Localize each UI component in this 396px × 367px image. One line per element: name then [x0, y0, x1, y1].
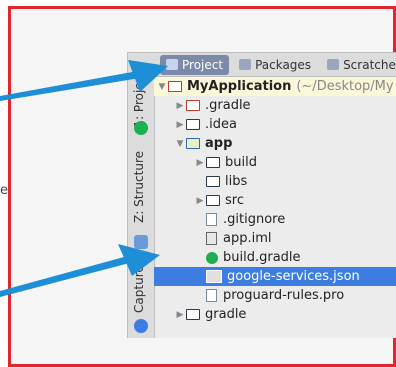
captures-icon [134, 319, 148, 333]
tab-label: Scratches [343, 57, 396, 72]
tree-label: .gradle [205, 98, 251, 113]
folder-icon [206, 195, 220, 206]
collapse-arrow-icon[interactable]: ▶ [194, 158, 206, 168]
tree-label: src [225, 193, 244, 208]
collapse-arrow-icon[interactable]: ▶ [194, 196, 206, 206]
project-icon [166, 59, 178, 70]
android-icon [134, 121, 148, 135]
scratches-icon [327, 59, 340, 70]
tree-row-app[interactable]: ▼ app [154, 134, 396, 153]
tree-label: .idea [205, 117, 237, 132]
expand-arrow-icon[interactable]: ▼ [156, 82, 168, 92]
file-icon [206, 213, 217, 226]
tree-label: libs [225, 174, 248, 189]
collapse-arrow-icon[interactable]: ▶ [174, 120, 186, 130]
tree-row-proguard[interactable]: proguard-rules.pro [154, 286, 396, 305]
tree-label: build.gradle [223, 250, 301, 265]
file-icon [206, 289, 217, 302]
collapse-arrow-icon[interactable]: ▶ [174, 310, 186, 320]
tab-scratches[interactable]: Scratches [321, 55, 396, 75]
json-file-icon [206, 270, 222, 283]
expand-arrow-icon[interactable]: ▼ [174, 139, 186, 149]
left-tool-strip: 1: Project Z: Structure Captures [128, 53, 155, 338]
tree-row-gradle[interactable]: ▶ gradle [154, 305, 396, 324]
tree-row-idea[interactable]: ▶ .idea [154, 115, 396, 134]
structure-side-tab[interactable]: Z: Structure [132, 151, 146, 223]
folder-icon [186, 100, 200, 111]
tree-label: google-services.json [227, 269, 360, 284]
tree-label: proguard-rules.pro [223, 288, 345, 303]
tab-label: Packages [255, 57, 312, 72]
folder-icon [186, 309, 200, 320]
tree-label: app.iml [223, 231, 272, 246]
tree-label: app [205, 136, 233, 151]
folder-icon [186, 119, 200, 130]
tree-row-gradle-cache[interactable]: ▶ .gradle [154, 96, 396, 115]
folder-icon [206, 157, 220, 168]
captures-side-tab[interactable]: Captures [132, 259, 146, 313]
tree-label: .gitignore [223, 212, 286, 227]
view-tabs: Project Packages Scratches [154, 53, 396, 77]
tree-row-build-gradle[interactable]: build.gradle [154, 248, 396, 267]
tree-row-src[interactable]: ▶ src [154, 191, 396, 210]
tab-label: Project [182, 57, 224, 72]
project-side-tab[interactable]: 1: Project [132, 71, 146, 128]
tree-label: gradle [205, 307, 247, 322]
tree-row-build[interactable]: ▶ build [154, 153, 396, 172]
tree-row-google-services-json[interactable]: google-services.json [154, 267, 396, 286]
tree-label: build [225, 155, 257, 170]
gradle-icon [206, 251, 218, 264]
project-name: MyApplication [187, 79, 292, 94]
tree-root-row[interactable]: ▼ MyApplication (~/Desktop/My [154, 77, 396, 96]
tree-row-gitignore[interactable]: .gitignore [154, 210, 396, 229]
project-tree: ▼ MyApplication (~/Desktop/My ▶ .gradle … [154, 77, 396, 324]
project-path: (~/Desktop/My [296, 79, 394, 94]
collapse-arrow-icon[interactable]: ▶ [174, 101, 186, 111]
structure-icon [134, 235, 148, 249]
module-folder-icon [186, 138, 200, 149]
project-folder-icon [168, 81, 182, 92]
tab-packages[interactable]: Packages [233, 55, 317, 75]
tree-row-app-iml[interactable]: app.iml [154, 229, 396, 248]
tab-project[interactable]: Project [160, 54, 230, 75]
tree-row-libs[interactable]: libs [154, 172, 396, 191]
iml-file-icon [206, 232, 217, 245]
packages-icon [239, 59, 252, 70]
partial-text: e [0, 183, 8, 198]
folder-icon [206, 176, 220, 187]
project-tool-window: 1: Project Z: Structure Captures Project… [127, 52, 396, 338]
